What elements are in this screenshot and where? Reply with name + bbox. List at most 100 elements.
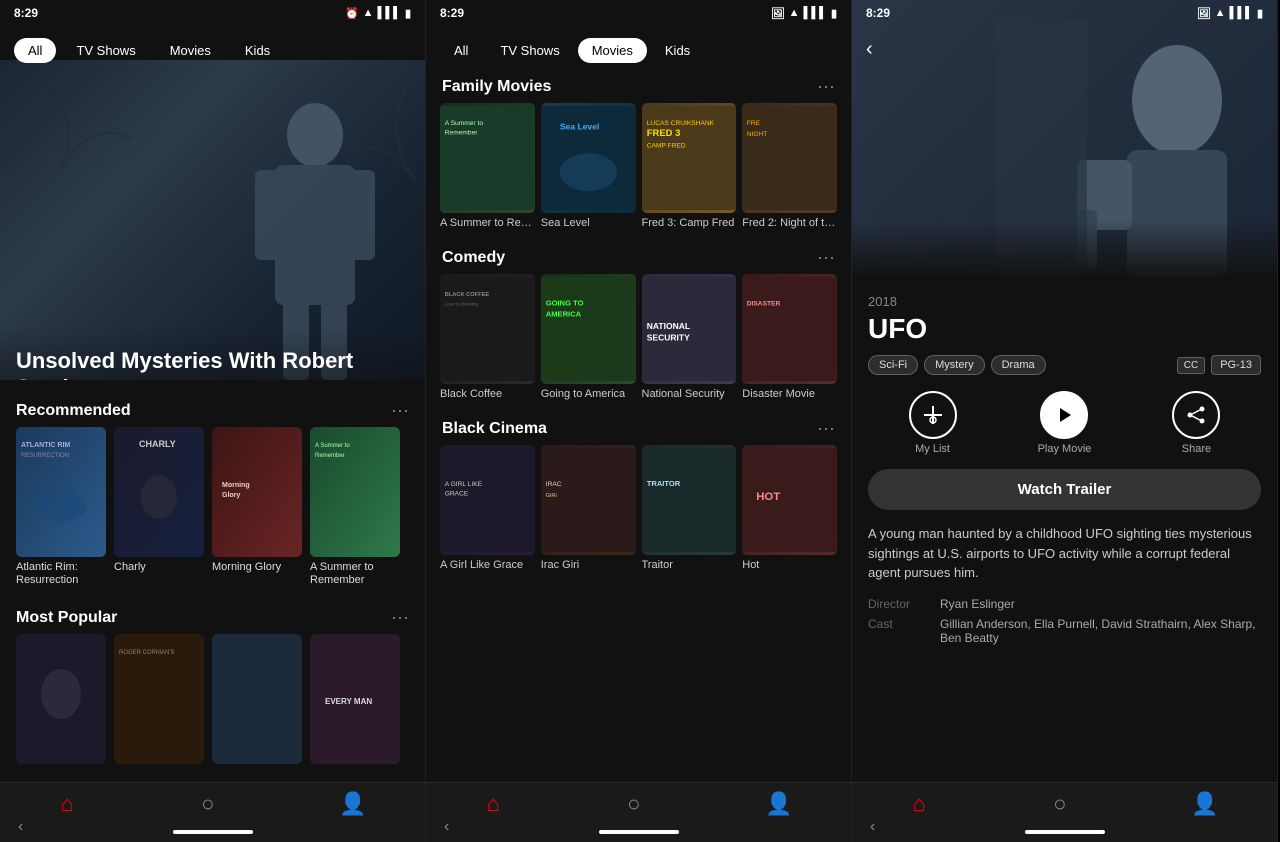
svg-text:A GIRL LIKE: A GIRL LIKE [445, 481, 483, 488]
thumb-popular4: EVERY MAN [310, 634, 400, 764]
status-icons-3: 🖼 ▲ ▌▌▌ ▮ [1197, 7, 1263, 20]
grid-card-blackcoffee[interactable]: BLACK COFFEE Love is Brewing Black Coffe… [440, 274, 535, 400]
movie-card-popular2[interactable]: ROGER CORMAN'S [114, 634, 204, 764]
movie-card-popular1[interactable] [16, 634, 106, 764]
grid-thumb-blackcoffee: BLACK COFFEE Love is Brewing [440, 274, 535, 384]
grid-card-fred3[interactable]: LUCAS CRUIKSHANK FRED 3 CAMP FRED Fred 3… [642, 103, 737, 229]
action-play[interactable]: Play Movie [1038, 391, 1092, 455]
label-atlantic: Atlantic Rim: Resurrection [16, 561, 106, 587]
signal-icon-3: ▌▌▌ [1230, 7, 1253, 19]
svg-text:RESURRECTION: RESURRECTION [21, 453, 69, 459]
grid-label-hot: Hot [742, 559, 837, 571]
tag-scifi: Sci-Fi [868, 355, 918, 375]
status-bar-2: 8:29 🖼 ▲ ▌▌▌ ▮ [426, 0, 851, 24]
svg-text:CHARLY: CHARLY [139, 439, 176, 449]
grid-thumb-hot: HOT [742, 445, 837, 555]
grid-card-traitor[interactable]: TRAITOR Traitor [642, 445, 737, 571]
section-popular-title: Most Popular [16, 609, 117, 627]
back-chevron-2[interactable]: ‹ [444, 818, 449, 836]
account-icon-1: 👤 [339, 791, 366, 817]
discover-icon-1: ○ [201, 791, 214, 817]
svg-text:SECURITY: SECURITY [646, 332, 689, 342]
action-buttons: My List Play Movie [868, 391, 1261, 455]
grid-card-going[interactable]: GOING TO AMERICA Going to America [541, 274, 636, 400]
grid-thumb-going: GOING TO AMERICA [541, 274, 636, 384]
svg-text:NIGHT: NIGHT [747, 131, 768, 138]
movie-card-charly[interactable]: CHARLY Charly [114, 427, 204, 587]
more-comedy-icon[interactable]: ··· [817, 247, 835, 268]
svg-text:CAMP FRED: CAMP FRED [646, 143, 685, 150]
mylist-icon-circle [909, 391, 957, 439]
recommended-row: ATLANTIC RIM RESURRECTION Atlantic Rim: … [0, 427, 425, 599]
bottom-bar-2: ‹ [426, 818, 851, 842]
grid-card-sealevel[interactable]: Sea Level Sea Level [541, 103, 636, 229]
action-mylist[interactable]: My List [909, 391, 957, 455]
detail-tags: Sci-Fi Mystery Drama CC PG-13 [868, 355, 1261, 375]
more-popular-icon[interactable]: ··· [391, 607, 409, 628]
tab-movies-2[interactable]: Movies [578, 38, 647, 63]
tab-kids-2[interactable]: Kids [651, 38, 704, 63]
grid-label-grace: A Girl Like Grace [440, 559, 535, 571]
tab-all-1[interactable]: All [14, 38, 56, 63]
mylist-label: My List [915, 443, 950, 455]
play-icon-circle [1040, 391, 1088, 439]
grid-label-traitor: Traitor [642, 559, 737, 571]
more-recommended-icon[interactable]: ··· [391, 400, 409, 421]
grid-label-fred2: Fred 2: Night of the Living Fred [742, 217, 837, 229]
tab-tvshows-2[interactable]: TV Shows [486, 38, 573, 63]
grid-label-blackcoffee: Black Coffee [440, 388, 535, 400]
grid-card-hot[interactable]: HOT Hot [742, 445, 837, 571]
action-share[interactable]: Share [1172, 391, 1220, 455]
movie-card-popular4[interactable]: EVERY MAN [310, 634, 400, 764]
tab-all-2[interactable]: All [440, 38, 482, 63]
movie-card-popular3[interactable] [212, 634, 302, 764]
back-chevron-1[interactable]: ‹ [18, 818, 23, 836]
tab-movies-1[interactable]: Movies [156, 38, 225, 63]
movie-card-summer[interactable]: A Summer to Remember A Summer to Remembe… [310, 427, 400, 587]
grid-card-summer[interactable]: A Summer to Remember A Summer to Remembe… [440, 103, 535, 229]
back-chevron-3[interactable]: ‹ [870, 818, 875, 836]
share-icon-circle [1172, 391, 1220, 439]
grid-card-national[interactable]: NATIONAL SECURITY National Security [642, 274, 737, 400]
tab-kids-1[interactable]: Kids [231, 38, 284, 63]
thumb-popular2: ROGER CORMAN'S [114, 634, 204, 764]
section-popular-header: Most Popular ··· [0, 599, 425, 634]
thumb-summer: A Summer to Remember [310, 427, 400, 557]
svg-text:A Summer to: A Summer to [315, 443, 350, 449]
more-blackcinema-icon[interactable]: ··· [817, 418, 835, 439]
tab-tvshows-1[interactable]: TV Shows [62, 38, 149, 63]
sections-1[interactable]: Recommended ··· ATLANTIC RIM RESURRECTIO… [0, 380, 425, 782]
grid-card-fred2[interactable]: FRE NIGHT Fred 2: Night of the Living Fr… [742, 103, 837, 229]
wifi-icon-2: ▲ [789, 7, 800, 19]
screen3-content[interactable]: ‹ 201 [852, 0, 1277, 782]
watch-trailer-button[interactable]: Watch Trailer [868, 469, 1261, 510]
time-1: 8:29 [14, 6, 38, 20]
director-val: Ryan Eslinger [940, 597, 1261, 611]
cc-badge: CC [1177, 357, 1205, 374]
thumb-popular1 [16, 634, 106, 764]
svg-text:Remember: Remember [315, 453, 345, 459]
more-family-icon[interactable]: ··· [817, 76, 835, 97]
grid-label-going: Going to America [541, 388, 636, 400]
blackcinema-header: Black Cinema ··· [426, 410, 851, 445]
movie-card-atlantic[interactable]: ATLANTIC RIM RESURRECTION Atlantic Rim: … [16, 427, 106, 587]
grid-thumb-disaster: DISASTER [742, 274, 837, 384]
grid-card-disaster[interactable]: DISASTER Disaster Movie [742, 274, 837, 400]
movie-card-morning[interactable]: Morning Glory Morning Glory [212, 427, 302, 587]
svg-text:ROGER CORMAN'S: ROGER CORMAN'S [119, 650, 174, 656]
thumb-atlantic: ATLANTIC RIM RESURRECTION [16, 427, 106, 557]
signal-icon: ▌▌▌ [378, 7, 401, 19]
discover-icon-2: ○ [627, 791, 640, 817]
svg-text:IRAC: IRAC [545, 481, 561, 488]
screen2-scroll[interactable]: Family Movies ··· A Summer to Remember A… [426, 60, 851, 782]
thumb-morning: Morning Glory [212, 427, 302, 557]
share-label: Share [1182, 443, 1211, 455]
home-icon-1: ⌂ [61, 791, 74, 817]
grid-card-irac[interactable]: IRAC GiRi Irac Giri [541, 445, 636, 571]
img-icon-2: 🖼 [771, 7, 785, 20]
svg-text:Remember: Remember [445, 129, 479, 136]
status-bar-1: 8:29 ⏰ ▲ ▌▌▌ ▮ [0, 0, 425, 24]
grid-card-grace[interactable]: A GIRL LIKE GRACE A Girl Like Grace [440, 445, 535, 571]
img-icon-3: 🖼 [1197, 7, 1211, 20]
back-button[interactable]: ‹ [866, 38, 873, 61]
